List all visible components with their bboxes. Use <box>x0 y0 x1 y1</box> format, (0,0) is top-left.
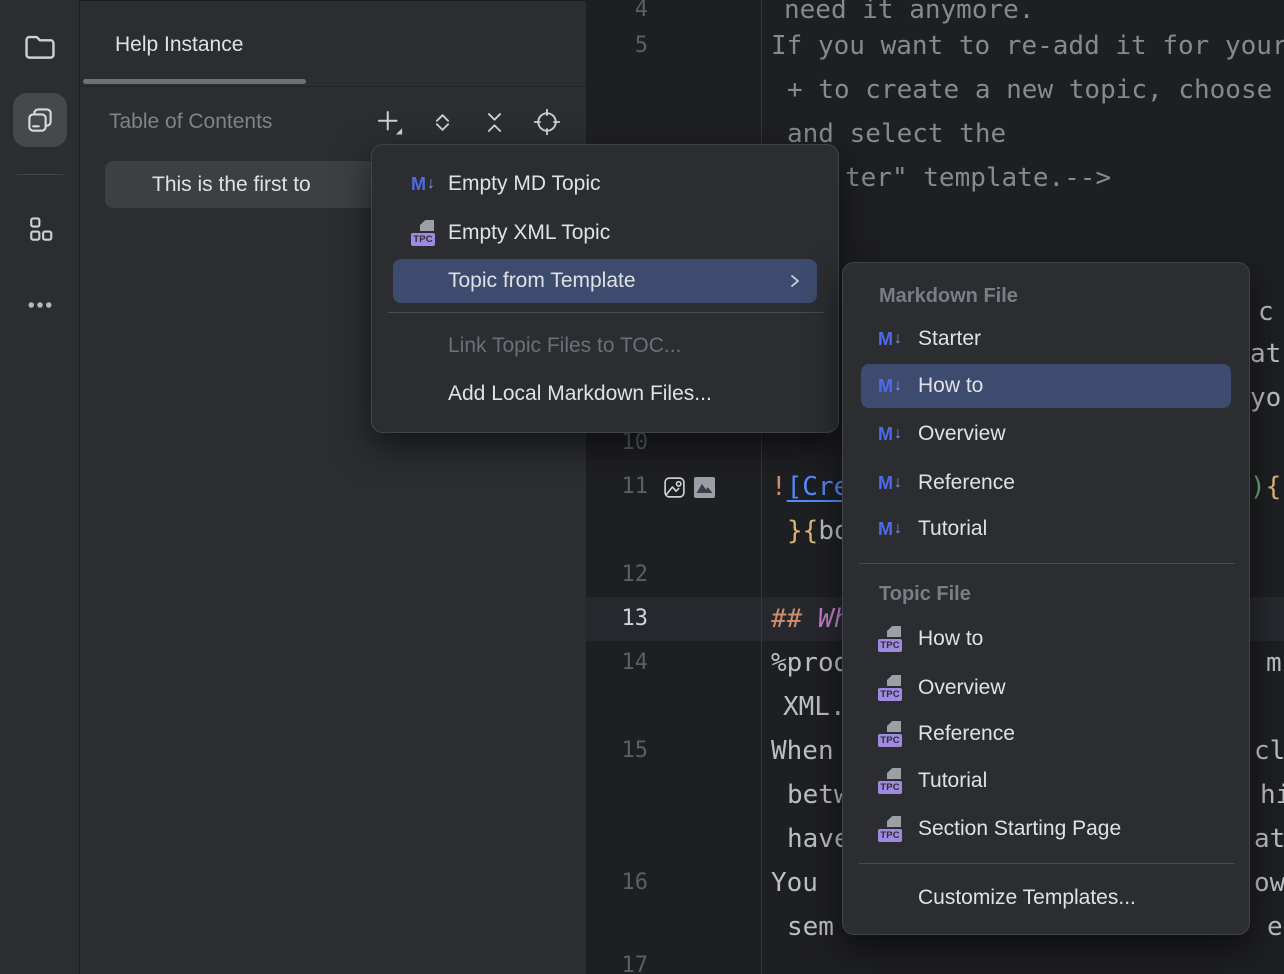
code-line: ter" template.--> <box>845 156 1111 200</box>
code-fragment: yo <box>1250 376 1281 420</box>
submenu-item-md-how-to[interactable]: M↓ How to <box>861 364 1231 408</box>
code-fragment: m <box>1266 641 1282 685</box>
topic-file-icon: TPC <box>877 768 903 794</box>
submenu-item-topic-reference[interactable]: TPC Reference <box>861 712 1231 756</box>
add-icon <box>374 107 404 137</box>
code-line: ![Cre <box>771 465 849 509</box>
locate-icon <box>533 108 561 136</box>
code-fragment: at <box>1250 332 1281 376</box>
submenu-section-header: Markdown File <box>879 285 1018 308</box>
markdown-file-icon: M↓ <box>877 473 903 494</box>
markdown-file-icon: M↓ <box>877 376 903 397</box>
image-preview-icon[interactable] <box>694 477 715 498</box>
line-number-active: 13 <box>586 597 648 641</box>
tool-stripe <box>0 0 80 974</box>
topic-file-icon: TPC <box>407 220 439 246</box>
expand-all-icon <box>429 109 456 136</box>
line-number: 15 <box>586 729 648 773</box>
markdown-file-icon: M↓ <box>877 424 903 445</box>
code-fragment: hi <box>1260 773 1284 817</box>
code-fragment: ow <box>1254 861 1284 905</box>
code-line: You <box>771 861 818 905</box>
code-fragment: cl <box>1254 729 1284 773</box>
submenu-item-topic-section-starting-page[interactable]: TPC Section Starting Page <box>861 807 1231 851</box>
collapse-all-button[interactable] <box>479 107 509 137</box>
locate-button[interactable] <box>532 107 562 137</box>
menu-item-empty-xml-topic[interactable]: TPC Empty XML Topic <box>393 211 817 255</box>
code-line: If you want to re-add it for your <box>771 24 1284 68</box>
markdown-file-icon: M↓ <box>877 519 903 540</box>
topic-file-icon: TPC <box>877 816 903 842</box>
sidebar-item-writerside[interactable] <box>13 93 67 147</box>
tab-help-instance[interactable]: Help Instance <box>115 33 243 57</box>
collapse-all-icon <box>481 109 508 136</box>
submenu-arrow-icon <box>787 273 803 289</box>
code-line: }{bo <box>787 509 850 553</box>
code-line: sem <box>787 905 834 949</box>
sidebar-divider <box>17 174 63 175</box>
line-number: 14 <box>586 641 648 685</box>
code-line: have <box>787 817 850 861</box>
template-submenu: Markdown File M↓ Starter M↓ How to M↓ Ov… <box>842 262 1250 935</box>
more-icon <box>25 290 55 320</box>
submenu-item-md-overview[interactable]: M↓ Overview <box>861 412 1231 456</box>
line-number: 11 <box>586 465 648 509</box>
tab-active-indicator <box>83 79 306 84</box>
code-line: When <box>771 729 834 773</box>
pages-icon <box>25 105 55 135</box>
code-fragment: c <box>1258 290 1274 334</box>
markdown-file-icon: M↓ <box>407 174 439 195</box>
sidebar-item-structure[interactable] <box>13 202 67 256</box>
line-number: 5 <box>586 24 648 68</box>
submenu-item-md-tutorial[interactable]: M↓ Tutorial <box>861 507 1231 551</box>
submenu-item-md-starter[interactable]: M↓ Starter <box>861 317 1231 361</box>
menu-item-customize-templates[interactable]: Customize Templates... <box>861 876 1231 920</box>
toc-item-label: This is the first to <box>152 173 311 197</box>
topic-file-icon: TPC <box>877 721 903 747</box>
code-line: %prod <box>771 641 849 685</box>
topic-file-icon: TPC <box>877 675 903 701</box>
line-number: 17 <box>586 944 648 974</box>
code-line: ## Wh <box>771 597 849 641</box>
new-topic-menu: M↓ Empty MD Topic TPC Empty XML Topic To… <box>371 144 839 433</box>
submenu-item-topic-tutorial[interactable]: TPC Tutorial <box>861 759 1231 803</box>
code-fragment: e <box>1267 905 1283 949</box>
code-line: XML. <box>783 685 846 729</box>
submenu-section-header: Topic File <box>879 583 971 606</box>
code-line: + to create a new topic, choose <box>787 68 1272 112</box>
topic-file-icon: TPC <box>877 626 903 652</box>
sidebar-more-button[interactable] <box>13 278 67 332</box>
sidebar-item-project[interactable] <box>13 20 67 74</box>
menu-item-empty-md-topic[interactable]: M↓ Empty MD Topic <box>393 162 817 206</box>
line-number: 12 <box>586 553 648 597</box>
image-outline-icon[interactable] <box>662 475 687 500</box>
expand-all-button[interactable] <box>427 107 457 137</box>
menu-item-topic-from-template[interactable]: Topic from Template <box>393 259 817 303</box>
line-number: 16 <box>586 861 648 905</box>
markdown-file-icon: M↓ <box>877 329 903 350</box>
structure-icon <box>25 214 55 244</box>
menu-item-add-local-markdown[interactable]: Add Local Markdown Files... <box>393 372 817 416</box>
tool-window-header: Help Instance <box>80 1 586 87</box>
code-fragment: ){ <box>1250 465 1281 509</box>
code-fragment: at <box>1254 817 1284 861</box>
folder-icon <box>23 32 57 62</box>
submenu-item-topic-overview[interactable]: TPC Overview <box>861 666 1231 710</box>
menu-separator <box>859 863 1235 864</box>
submenu-item-md-reference[interactable]: M↓ Reference <box>861 461 1231 505</box>
toolbar-title: Table of Contents <box>109 110 272 134</box>
menu-separator <box>388 312 824 313</box>
code-line: betw <box>787 773 850 817</box>
menu-item-link-topic-files[interactable]: Link Topic Files to TOC... <box>393 324 817 368</box>
add-topic-button[interactable] <box>374 107 404 137</box>
menu-separator <box>859 563 1235 564</box>
submenu-item-topic-how-to[interactable]: TPC How to <box>861 617 1231 661</box>
